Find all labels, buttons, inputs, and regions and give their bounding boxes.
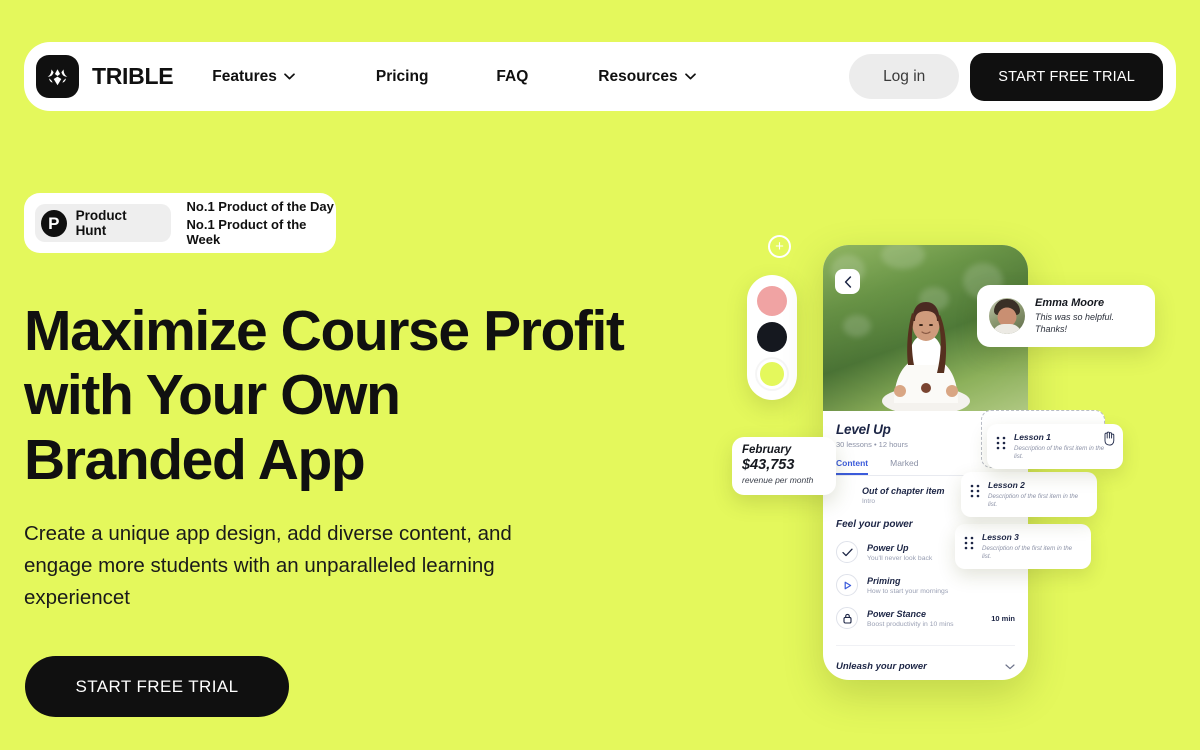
tab-content[interactable]: Content	[836, 458, 869, 475]
play-icon	[836, 574, 858, 596]
lesson-card-text: Lesson 1 Description of the first item i…	[1014, 432, 1114, 461]
swatch-lime[interactable]	[757, 358, 787, 389]
lesson-card-text: Lesson 2 Description of the first item i…	[988, 480, 1088, 509]
check-icon	[836, 541, 858, 563]
list-item-text: Power Stance Boost productivity in 10 mi…	[867, 609, 982, 628]
revenue-card: February $43,753 revenue per month	[732, 437, 836, 495]
chevron-down-icon	[684, 73, 696, 80]
drag-handle-icon[interactable]	[964, 536, 974, 555]
lesson-desc: How to start your mornings	[867, 587, 949, 595]
page-root: TRIBLE Features Pricing FAQ Resources Lo…	[0, 0, 1200, 750]
lesson-card-stack: Lesson 1 Description of the first item i…	[955, 410, 1125, 575]
lesson-card-3[interactable]: Lesson 3 Description of the first item i…	[955, 524, 1091, 570]
avatar	[989, 298, 1025, 334]
lock-icon	[836, 607, 858, 629]
lesson-name: Power Stance	[867, 608, 927, 619]
accordion-unleash-your-power[interactable]: Unleash your power	[836, 645, 1015, 675]
color-swatch-strip[interactable]	[747, 275, 797, 400]
drag-handle-icon[interactable]	[970, 484, 980, 503]
testimonial-message: This was so helpful. Thanks!	[1035, 311, 1115, 334]
tab-marked[interactable]: Marked	[890, 458, 918, 475]
brand-logo[interactable]: TRIBLE	[36, 55, 174, 98]
testimonial-card: Emma Moore This was so helpful. Thanks!	[977, 285, 1155, 347]
start-free-trial-hero-button[interactable]: START FREE TRIAL	[25, 656, 289, 717]
revenue-amount: $43,753	[742, 457, 795, 473]
lesson-card-title: Lesson 3	[982, 532, 1019, 542]
nav-item-faq-label: FAQ	[496, 67, 529, 85]
product-hunt-badge[interactable]: P Product Hunt No.1 Product of the Day N…	[24, 193, 336, 253]
nav-item-faq[interactable]: FAQ	[496, 68, 528, 86]
hero-illustration: + Level Up 30 lessons • 12 hours Content…	[715, 225, 1185, 695]
product-hunt-icon: P	[41, 209, 67, 237]
add-icon[interactable]: +	[768, 235, 791, 258]
nav-item-resources-label: Resources	[598, 67, 678, 85]
lesson-card-desc: Description of the first item in the lis…	[1014, 445, 1105, 461]
navbar: TRIBLE Features Pricing FAQ Resources Lo…	[24, 42, 1176, 111]
nav-links: Features Pricing FAQ Resources	[201, 68, 849, 86]
nav-item-features-label: Features	[212, 67, 277, 85]
back-button[interactable]	[835, 269, 860, 294]
nav-item-pricing[interactable]: Pricing	[376, 68, 429, 86]
grab-hand-cursor-icon	[1102, 430, 1116, 446]
drag-handle-icon[interactable]	[996, 436, 1006, 455]
swatch-pink[interactable]	[757, 286, 787, 317]
lesson-desc: Boost productivity in 10 mins	[867, 620, 954, 628]
lesson-card-title: Lesson 1	[1014, 432, 1051, 442]
lesson-card-desc: Description of the first item in the lis…	[982, 545, 1073, 561]
hero-subtitle: Create a unique app design, add diverse …	[24, 522, 512, 610]
start-free-trial-nav-button[interactable]: START FREE TRIAL	[970, 52, 1163, 101]
nav-actions: Log in START FREE TRIAL	[849, 52, 1163, 101]
lesson-card-text: Lesson 3 Description of the first item i…	[982, 532, 1082, 561]
testimonial-author: Emma Moore	[1035, 296, 1105, 309]
lesson-card-desc: Description of the first item in the lis…	[988, 493, 1079, 509]
revenue-label: revenue per month	[742, 475, 814, 485]
nav-item-features[interactable]: Features	[212, 68, 295, 86]
list-item[interactable]: Priming How to start your mornings	[836, 574, 1015, 596]
avatar-body	[992, 324, 1022, 334]
product-hunt-pill: P Product Hunt	[35, 204, 171, 242]
testimonial-text: Emma Moore This was so helpful. Thanks!	[1035, 297, 1143, 335]
trible-moth-logo-icon	[36, 55, 79, 98]
list-item-text: Priming How to start your mornings	[867, 576, 1015, 595]
lesson-card-1[interactable]: Lesson 1 Description of the first item i…	[987, 424, 1123, 470]
nav-item-resources[interactable]: Resources	[598, 67, 696, 86]
page-title: Maximize Course Profit with Your Own Bra…	[24, 299, 625, 492]
swatch-black[interactable]	[757, 322, 787, 353]
lesson-card-2[interactable]: Lesson 2 Description of the first item i…	[961, 472, 1097, 518]
brand-name: TRIBLE	[92, 63, 174, 89]
lesson-duration: 10 min	[991, 613, 1015, 623]
product-hunt-awards: No.1 Product of the Day No.1 Product of …	[187, 199, 336, 247]
chevron-left-icon	[844, 275, 851, 288]
accordion-label: Unleash your power	[836, 660, 927, 672]
award-line-day: No.1 Product of the Day	[186, 199, 334, 214]
product-hunt-label: Product Hunt	[75, 208, 127, 238]
list-item[interactable]: Power Stance Boost productivity in 10 mi…	[836, 607, 1015, 629]
chevron-down-icon	[284, 73, 295, 80]
chevron-down-icon	[1005, 657, 1015, 675]
revenue-month: February	[742, 444, 792, 456]
award-line-week: No.1 Product of the Week	[186, 217, 307, 247]
login-button[interactable]: Log in	[849, 54, 960, 99]
lesson-name: Priming	[867, 575, 901, 586]
lesson-card-title: Lesson 2	[988, 480, 1025, 490]
nav-item-pricing-label: Pricing	[375, 67, 429, 85]
